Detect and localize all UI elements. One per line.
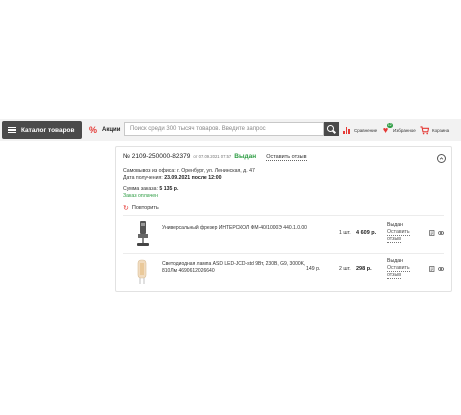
document-icon[interactable] bbox=[429, 230, 435, 236]
repeat-label: Повторить bbox=[131, 205, 159, 211]
document-icon[interactable] bbox=[429, 266, 435, 272]
promo-label: Акции bbox=[102, 127, 121, 133]
item-status: Выдан bbox=[387, 258, 403, 264]
product-name[interactable]: Универсальный фрезер ИНТЕРСКОЛ ФМ-40/100… bbox=[162, 225, 312, 232]
item-review-link[interactable]: Оставить отзыв bbox=[387, 229, 410, 243]
order-sum-line: Сумма заказа: 5 135 р. bbox=[123, 186, 178, 192]
received-value: 23.09.2021 после 12:00 bbox=[164, 175, 222, 181]
repeat-order-button[interactable]: ↻ Повторить bbox=[123, 204, 159, 212]
cart-label: Корзина bbox=[432, 127, 450, 133]
order-number: № 2109-250000-82379 bbox=[123, 153, 191, 160]
order-date: от 07.09.2021 07:57 bbox=[193, 154, 232, 159]
item-review-line2: отзыв bbox=[387, 272, 402, 279]
product-name[interactable]: Светодиодная лампа ASD LED-JCD-std 9Вт, … bbox=[162, 261, 312, 275]
order-sum-prefix: Сумма заказа: bbox=[123, 186, 158, 192]
search-placeholder: Поиск среди 300 тысяч товаров. Введите з… bbox=[130, 126, 266, 132]
search-button[interactable] bbox=[324, 122, 339, 136]
search-input[interactable]: Поиск среди 300 тысяч товаров. Введите з… bbox=[124, 122, 324, 136]
chevron-up-icon[interactable] bbox=[437, 154, 446, 163]
received-prefix: Дата получения: bbox=[123, 175, 163, 181]
order-review-link[interactable]: Оставить отзыв bbox=[266, 154, 307, 161]
compare-icon bbox=[342, 126, 351, 135]
item-quantity: 2 шт. bbox=[339, 266, 351, 272]
product-image-led-lamp[interactable] bbox=[135, 258, 149, 286]
menu-icon bbox=[8, 125, 16, 135]
percent-icon: % bbox=[89, 125, 98, 135]
product-image-router[interactable] bbox=[136, 220, 150, 248]
cart-link[interactable]: Корзина bbox=[420, 124, 449, 136]
payment-status: Заказ оплачен bbox=[123, 193, 158, 199]
promo-link[interactable]: % Акции bbox=[89, 123, 120, 137]
order-header: № 2109-250000-82379 от 07.09.2021 07:57 … bbox=[123, 153, 307, 163]
compare-link[interactable]: Сравнение bbox=[342, 124, 377, 136]
item-review-link[interactable]: Оставить отзыв bbox=[387, 265, 410, 279]
top-navigation-bar: Каталог товаров % Акции Поиск среди 300 … bbox=[0, 119, 461, 141]
divider bbox=[123, 215, 444, 216]
link-icon[interactable] bbox=[438, 230, 444, 236]
favorites-link[interactable]: ♥ 12 Избранное bbox=[381, 122, 416, 136]
received-date-line: Дата получения: 23.09.2021 после 12:00 bbox=[123, 175, 222, 181]
compare-label: Сравнение bbox=[354, 127, 378, 133]
favorites-label: Избранное bbox=[393, 127, 416, 133]
cart-icon bbox=[420, 125, 429, 135]
item-price: 4 609 р. bbox=[356, 230, 377, 236]
catalog-label: Каталог товаров bbox=[21, 126, 75, 134]
order-sum-value: 5 135 р. bbox=[159, 186, 179, 192]
heart-icon: ♥ 12 bbox=[382, 122, 393, 135]
catalog-button[interactable]: Каталог товаров bbox=[2, 121, 82, 139]
item-review-line1: Оставить bbox=[387, 229, 410, 236]
item-status: Выдан bbox=[387, 222, 403, 228]
item-unit-price: 149 р. bbox=[306, 266, 321, 272]
order-card: № 2109-250000-82379 от 07.09.2021 07:57 … bbox=[115, 146, 452, 292]
favorites-badge: 12 bbox=[386, 122, 393, 128]
pickup-address: Самовывоз из офиса: г. Оренбург, ул. Лен… bbox=[123, 168, 255, 174]
link-icon[interactable] bbox=[438, 266, 444, 272]
item-review-line1: Оставить bbox=[387, 265, 410, 272]
search-icon bbox=[327, 124, 334, 132]
item-review-line2: отзыв bbox=[387, 236, 402, 243]
divider bbox=[123, 253, 444, 254]
item-quantity: 1 шт. bbox=[339, 230, 351, 236]
repeat-icon: ↻ bbox=[123, 205, 129, 212]
item-price: 298 р. bbox=[356, 266, 372, 272]
order-status: Выдан bbox=[234, 153, 257, 160]
